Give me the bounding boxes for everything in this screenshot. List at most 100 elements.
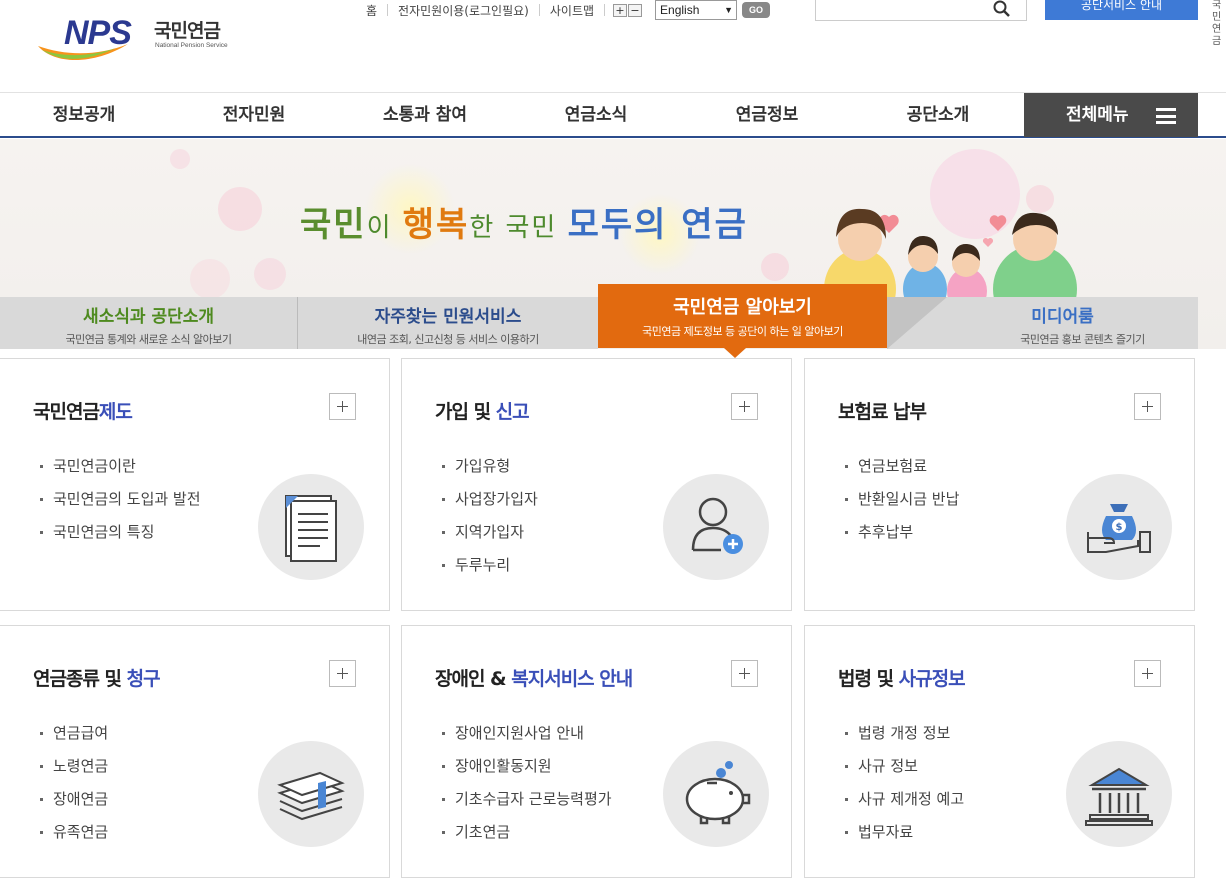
gnb-item-eservice[interactable]: 전자민원 — [204, 93, 304, 137]
tab-description: 내연금 조회, 신고신청 등 서비스 이용하기 — [357, 333, 539, 346]
card-pension-system: 국민연금제도 국민연금이란 국민연금의 도입과 발전 국민연금의 특징 — [0, 358, 390, 611]
card-link-list: 국민연금이란 국민연금의 도입과 발전 국민연금의 특징 — [38, 456, 201, 555]
card-link-list: 연금보험료 반환일시금 반납 추후납부 — [843, 456, 959, 555]
card-link-list: 연금급여 노령연금 장애연금 유족연금 — [38, 723, 108, 855]
piggy-bank-icon — [663, 741, 769, 847]
side-quick-tab[interactable]: 국민연금 — [1212, 0, 1226, 48]
slogan-word-4: 한 국민 — [469, 213, 568, 243]
slogan-word-1: 국민 — [300, 205, 367, 245]
all-menu-label: 전체메뉴 — [1066, 105, 1129, 125]
list-item[interactable]: 국민연금이란 — [38, 456, 201, 489]
banner-slogan: 국민이 행복한 국민 모두의 연금 — [300, 197, 748, 246]
more-button[interactable] — [1134, 660, 1161, 687]
divider — [604, 4, 606, 16]
util-link-home[interactable]: 홈 — [356, 2, 387, 19]
utility-bar: 홈 전자민원이용(로그인필요) 사이트맵 + − English ▼ GO — [356, 0, 771, 20]
list-item[interactable]: 국민연금의 도입과 발전 — [38, 489, 201, 522]
list-item[interactable]: 장애인활동지원 — [440, 756, 612, 789]
more-button[interactable] — [731, 660, 758, 687]
list-item[interactable]: 사업장가입자 — [440, 489, 538, 522]
card-title[interactable]: 법령 및 사규정보 — [838, 664, 966, 691]
logo-mark-text: NPS — [64, 14, 132, 52]
card-premium-payment: 보험료 납부 연금보험료 반환일시금 반납 추후납부 $ — [804, 358, 1195, 611]
gnb-item-pension-info[interactable]: 연금정보 — [717, 93, 817, 137]
all-menu-button[interactable]: 전체메뉴 — [1024, 93, 1198, 137]
building-icon — [1066, 741, 1172, 847]
money-stack-icon — [258, 741, 364, 847]
util-link-eservice[interactable]: 전자민원이용(로그인필요) — [388, 2, 539, 19]
tab-title: 미디어룸 — [1031, 307, 1094, 327]
tab-title: 자주찾는 민원서비스 — [374, 307, 522, 327]
gnb-item-communication[interactable]: 소통과 참여 — [365, 93, 485, 137]
list-item[interactable]: 가입유형 — [440, 456, 538, 489]
header: NPS 국민연금 National Pension Service 홈 전자민원… — [0, 0, 1226, 92]
go-button[interactable]: GO — [742, 2, 771, 18]
language-selected: English — [660, 3, 700, 17]
card-title[interactable]: 국민연금제도 — [33, 397, 133, 424]
document-icon — [258, 474, 364, 580]
card-title[interactable]: 가입 및 신고 — [435, 397, 530, 424]
card-laws-regulations: 법령 및 사규정보 법령 개정 정보 사규 정보 사규 제개정 예고 법무자료 — [804, 625, 1195, 878]
list-item[interactable]: 반환일시금 반납 — [843, 489, 959, 522]
list-item[interactable]: 연금보험료 — [843, 456, 959, 489]
language-select[interactable]: English ▼ — [655, 0, 738, 20]
list-item[interactable]: 법령 개정 정보 — [843, 723, 964, 756]
list-item[interactable]: 기초연금 — [440, 822, 612, 855]
search-icon[interactable] — [992, 0, 1012, 18]
slogan-word-5: 모두의 연금 — [567, 205, 748, 245]
card-title[interactable]: 보험료 납부 — [838, 397, 927, 424]
list-item[interactable]: 두루누리 — [440, 555, 538, 588]
more-button[interactable] — [731, 393, 758, 420]
logo-name-ko: 국민연금 — [154, 20, 221, 42]
tab-shadow — [887, 297, 947, 349]
chevron-down-icon: ▼ — [724, 5, 734, 15]
card-link-list: 장애인지원사업 안내 장애인활동지원 기초수급자 근로능력평가 기초연금 — [440, 723, 612, 855]
gnb-item-info-disclosure[interactable]: 정보공개 — [34, 93, 134, 137]
svg-text:$: $ — [1116, 522, 1123, 533]
list-item[interactable]: 사규 제개정 예고 — [843, 789, 964, 822]
zoom-in-button[interactable]: + — [613, 3, 628, 17]
tab-frequent-services[interactable]: 자주찾는 민원서비스 내연금 조회, 신고신청 등 서비스 이용하기 — [298, 297, 598, 349]
card-welfare-services: 장애인 & 복지서비스 안내 장애인지원사업 안내 장애인활동지원 기초수급자 … — [401, 625, 792, 878]
list-item[interactable]: 장애인지원사업 안내 — [440, 723, 612, 756]
tab-news-about[interactable]: 새소식과 공단소개 국민연금 통계와 새로운 소식 알아보기 — [0, 297, 298, 349]
active-tab-indicator — [724, 348, 746, 358]
list-item[interactable]: 법무자료 — [843, 822, 964, 855]
gnb-item-about[interactable]: 공단소개 — [888, 93, 988, 137]
list-item[interactable]: 지역가입자 — [440, 522, 538, 555]
user-add-icon — [663, 474, 769, 580]
tab-title: 새소식과 공단소개 — [82, 307, 215, 327]
tab-description: 국민연금 통계와 새로운 소식 알아보기 — [65, 333, 232, 346]
slogan-word-2: 이 — [366, 213, 403, 243]
list-item[interactable]: 추후납부 — [843, 522, 959, 555]
zoom-controls: + − — [613, 3, 643, 17]
search-input[interactable] — [815, 0, 1027, 21]
zoom-out-button[interactable]: − — [628, 3, 643, 17]
list-item[interactable]: 국민연금의 특징 — [38, 522, 201, 555]
list-item[interactable]: 장애연금 — [38, 789, 108, 822]
card-link-list: 가입유형 사업장가입자 지역가입자 두루누리 — [440, 456, 538, 588]
card-pension-types: 연금종류 및 청구 연금급여 노령연금 장애연금 유족연금 — [0, 625, 390, 878]
service-guide-button[interactable]: 공단서비스 안내 — [1045, 0, 1198, 20]
tab-learn-pension[interactable]: 국민연금 알아보기 국민연금 제도정보 등 공단이 하는 일 알아보기 — [598, 284, 887, 348]
nps-logo[interactable]: NPS 국민연금 National Pension Service — [36, 10, 236, 64]
logo-name-en: National Pension Service — [155, 42, 228, 49]
list-item[interactable]: 사규 정보 — [843, 756, 964, 789]
more-button[interactable] — [329, 660, 356, 687]
list-item[interactable]: 연금급여 — [38, 723, 108, 756]
money-bag-icon: $ — [1066, 474, 1172, 580]
card-title[interactable]: 연금종류 및 청구 — [33, 664, 161, 691]
card-subscription: 가입 및 신고 가입유형 사업장가입자 지역가입자 두루누리 — [401, 358, 792, 611]
card-title[interactable]: 장애인 & 복지서비스 안내 — [435, 664, 633, 691]
tab-title: 국민연금 알아보기 — [673, 297, 812, 318]
gnb-item-news[interactable]: 연금소식 — [546, 93, 646, 137]
list-item[interactable]: 유족연금 — [38, 822, 108, 855]
more-button[interactable] — [1134, 393, 1161, 420]
more-button[interactable] — [329, 393, 356, 420]
list-item[interactable]: 기초수급자 근로능력평가 — [440, 789, 612, 822]
list-item[interactable]: 노령연금 — [38, 756, 108, 789]
main-navigation: 정보공개 전자민원 소통과 참여 연금소식 연금정보 공단소개 전체메뉴 — [0, 92, 1226, 138]
util-link-sitemap[interactable]: 사이트맵 — [540, 2, 604, 19]
hamburger-icon — [1156, 108, 1176, 124]
slogan-word-3: 행복 — [402, 205, 470, 245]
